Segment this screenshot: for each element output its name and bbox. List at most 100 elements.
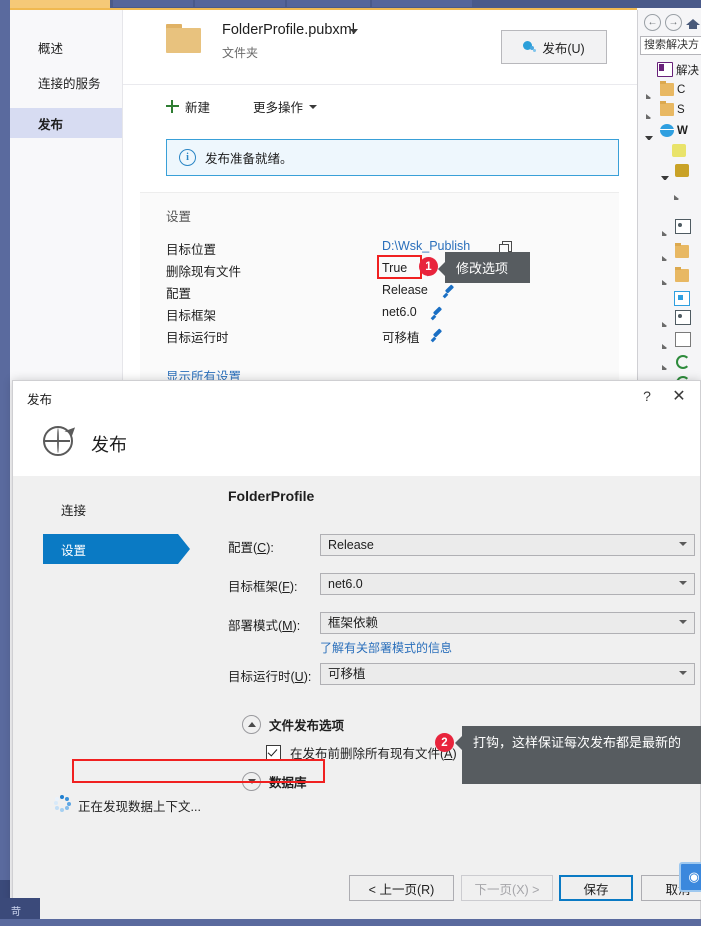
nav-item-connected-services-label: 连接的服务 — [38, 76, 101, 91]
field-deployment-mode: 部署模式(M): 框架依赖 — [228, 612, 695, 634]
group-file-publish-options[interactable]: 文件发布选项 — [242, 715, 344, 734]
target-runtime-value: 可移植 — [328, 667, 366, 681]
back-icon[interactable]: ← — [644, 13, 661, 31]
folder-icon — [166, 24, 203, 53]
edit-pencil-icon[interactable] — [442, 286, 455, 299]
nav-item-connected-services[interactable]: 连接的服务 — [10, 67, 122, 97]
solution-icon — [657, 62, 673, 77]
tree-row-dependencies[interactable] — [638, 217, 701, 236]
previous-button[interactable]: < 上一页(R) — [349, 875, 454, 901]
publish-toolbar: 新建 更多操作 — [123, 84, 637, 125]
tree-row-connected-service[interactable] — [638, 141, 701, 160]
field-configuration-label: 配置(C): — [228, 541, 274, 555]
delete-existing-files-checkbox[interactable] — [266, 745, 281, 760]
dialog-header: ➤ 发布 — [13, 412, 700, 476]
loading-spinner-icon — [54, 795, 71, 812]
tree-row-project-w[interactable]: W — [638, 121, 701, 140]
file-icon — [675, 332, 691, 347]
annotation-callout-2: 打钩，这样保证每次发布都是最新的 — [455, 726, 701, 784]
target-framework-select[interactable]: net6.0 — [320, 573, 695, 595]
annotation-badge-1: 1 — [419, 257, 438, 276]
dependencies-icon — [675, 219, 691, 234]
setting-value: Release — [382, 283, 428, 297]
target-runtime-select[interactable]: 可移植 — [320, 663, 695, 685]
home-icon[interactable] — [686, 16, 700, 29]
tree-row-deps-2[interactable] — [638, 308, 701, 327]
chevron-down-icon[interactable] — [350, 29, 358, 34]
document-tab-3[interactable] — [287, 0, 370, 7]
dialog-footer: < 上一页(R) 下一页(X) > 保存 取消 — [13, 850, 701, 926]
profile-name: FolderProfile.pubxml — [222, 22, 355, 38]
solution-explorer-toolbar: ← → — [638, 10, 701, 34]
edit-pencil-icon[interactable] — [430, 330, 443, 343]
chevron-down-icon — [679, 671, 687, 675]
tree-row-file[interactable] — [638, 330, 701, 349]
tree-row-csharp-1[interactable] — [638, 351, 701, 370]
configuration-select[interactable]: Release — [320, 534, 695, 556]
tree-row-label: S — [677, 103, 685, 116]
dialog-main: 连接 设置 FolderProfile 配置(C): Release 目标框架(… — [13, 476, 700, 850]
publish-status-infobar: i 发布准备就绪。 — [166, 139, 619, 176]
publish-button[interactable]: 发布(U) — [501, 30, 607, 64]
forward-icon[interactable]: → — [665, 13, 682, 31]
window-left-rail — [0, 0, 10, 926]
new-profile-label: 新建 — [185, 101, 211, 115]
chevron-down-icon — [679, 542, 687, 546]
save-button[interactable]: 保存 — [559, 875, 633, 901]
field-target-framework-label: 目标框架(F): — [228, 580, 298, 594]
publish-button-label: 发布(U) — [542, 41, 585, 56]
sidenav-item-connection[interactable]: 连接 — [43, 494, 188, 524]
floating-action-button[interactable]: ◉ — [679, 862, 701, 892]
edit-pencil-icon[interactable] — [430, 308, 443, 321]
document-tab-4[interactable] — [372, 0, 472, 7]
tree-row-solution[interactable]: 解决 — [638, 60, 701, 79]
deployment-mode-select[interactable]: 框架依赖 — [320, 612, 695, 634]
tree-row-properties[interactable] — [638, 289, 701, 308]
settings-card: 设置 目标位置 D:\Wsk_Publish 删除现有文件 True 配置 Re… — [140, 192, 619, 391]
window-bottom-strip — [0, 919, 701, 926]
close-icon[interactable]: ✕ — [668, 386, 690, 406]
tree-row-folder-b[interactable] — [638, 266, 701, 285]
setting-row-target-framework: 目标框架 net6.0 — [166, 305, 606, 327]
chevron-up-icon[interactable] — [242, 715, 261, 734]
new-profile-button[interactable]: 新建 — [166, 97, 210, 116]
annotation-callout-2-text: 打钩，这样保证每次发布都是最新的 — [473, 735, 682, 750]
discovering-data-contexts-text: 正在发现数据上下文... — [78, 800, 201, 814]
publish-status-text: 发布准备就绪。 — [205, 152, 293, 166]
tree-row-folder-s[interactable]: S — [638, 100, 701, 119]
document-tab-1[interactable] — [113, 0, 193, 7]
save-button-label: 保存 — [583, 882, 609, 897]
sidenav-item-settings-label: 设置 — [61, 543, 87, 558]
help-icon[interactable]: ? — [638, 387, 656, 405]
sidenav-item-connection-label: 连接 — [61, 503, 87, 518]
project-properties-nav: 概述 连接的服务 发布 — [10, 10, 123, 390]
publish-icon — [523, 40, 537, 54]
solution-explorer-search-input[interactable]: 搜索解决方 — [640, 36, 701, 55]
document-tab-2[interactable] — [195, 0, 285, 7]
more-actions-label: 更多操作 — [253, 101, 304, 115]
nav-item-overview[interactable]: 概述 — [10, 32, 122, 62]
more-actions-button[interactable]: 更多操作 — [253, 97, 318, 116]
deployment-mode-help-link[interactable]: 了解有关部署模式的信息 — [320, 639, 452, 656]
tree-row-sub-folder[interactable] — [638, 181, 701, 200]
field-target-runtime-label: 目标运行时(U): — [228, 670, 312, 684]
setting-value[interactable]: D:\Wsk_Publish — [382, 239, 470, 253]
sidenav-item-settings[interactable]: 设置 — [43, 534, 178, 564]
solution-explorer-panel: ← → 搜索解决方 解决 C S W — [637, 10, 701, 390]
dialog-title-bar: 发布 ? ✕ — [13, 381, 700, 413]
group-file-publish-options-label: 文件发布选项 — [269, 719, 345, 733]
tree-row-folder-a[interactable] — [638, 242, 701, 261]
target-framework-value: net6.0 — [328, 577, 363, 591]
floating-action-icon: ◉ — [688, 869, 700, 884]
setting-key: 配置 — [166, 287, 192, 301]
document-tab-active[interactable] — [10, 0, 110, 8]
setting-row-configuration: 配置 Release — [166, 283, 606, 305]
profile-subtitle: 文件夹 — [222, 46, 259, 60]
nav-item-publish[interactable]: 发布 — [10, 108, 122, 138]
tree-row-key[interactable] — [638, 161, 701, 180]
properties-icon — [674, 291, 690, 306]
info-icon: i — [179, 149, 196, 166]
annotation-badge-2: 2 — [435, 733, 454, 752]
annotation-callout-1-text: 修改选项 — [456, 261, 509, 276]
tree-row-folder-c[interactable]: C — [638, 80, 701, 99]
